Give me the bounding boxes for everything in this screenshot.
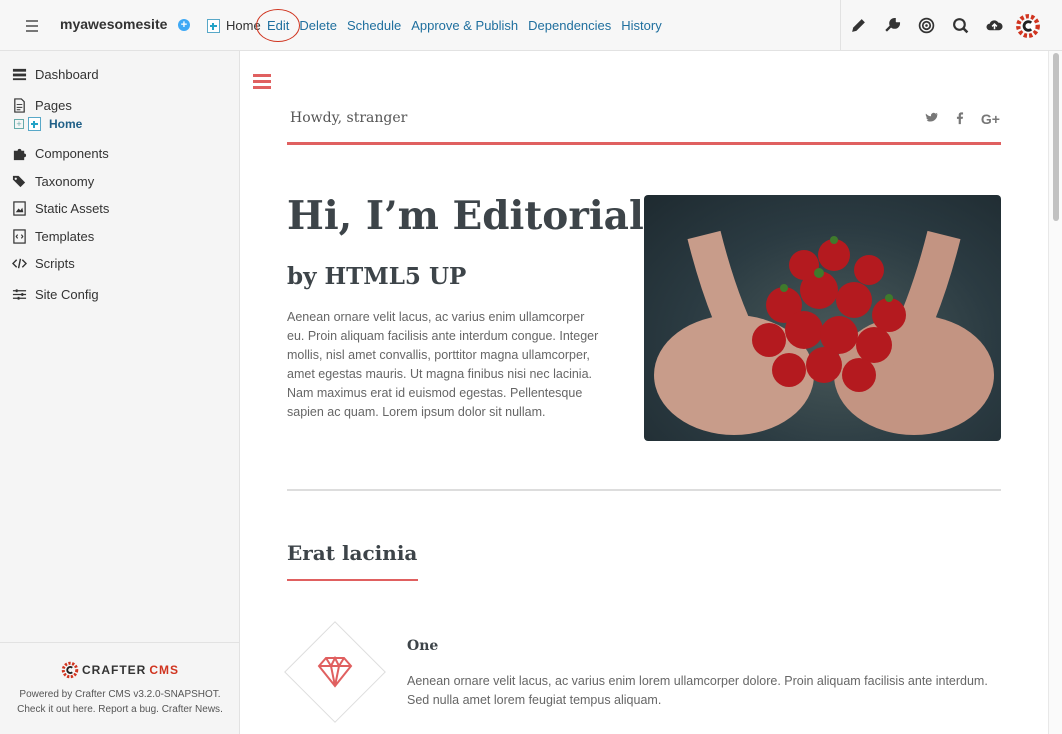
hero-title: Hi, I’m Editorial — [287, 193, 644, 239]
section-divider — [287, 489, 1001, 491]
sidebar-item-label: Dashboard — [35, 67, 99, 82]
hero-subtitle: by HTML5 UP — [287, 263, 467, 290]
powered-line: Powered by Crafter CMS v3.2.0-SNAPSHOT. — [19, 689, 221, 700]
sliders-icon — [12, 289, 27, 300]
annotation-circle — [256, 9, 300, 42]
facebook-icon[interactable] — [953, 111, 967, 125]
site-preview: Howdy, stranger G+ Hi, I’m Editorial by … — [240, 51, 1048, 734]
footer-links: Check it out here. Report a bug. Crafter… — [0, 702, 240, 717]
crafter-logo-icon[interactable] — [1011, 9, 1045, 43]
history-button[interactable]: History — [621, 18, 661, 33]
page-plus-icon — [28, 117, 41, 131]
page-plus-icon — [207, 18, 220, 33]
hero-image — [644, 195, 1001, 441]
schedule-button[interactable]: Schedule — [347, 18, 401, 33]
logo-text: CRAFTER — [82, 663, 147, 677]
link-bug[interactable]: bug — [139, 704, 156, 715]
puzzle-icon — [13, 148, 27, 161]
dependencies-button[interactable]: Dependencies — [528, 18, 611, 33]
top-toolbar: myawesomesite + Home Edit Delete Schedul… — [0, 0, 1062, 51]
pages-icon — [14, 98, 25, 113]
crafter-logo: CRAFTER CMS — [0, 661, 240, 679]
delete-button[interactable]: Delete — [299, 18, 337, 33]
sidebar-item-label: Scripts — [35, 256, 75, 271]
sidebar-item-label: Components — [35, 146, 109, 161]
expand-icon[interactable]: + — [14, 119, 24, 129]
page-actions: Edit Delete Schedule Approve & Publish D… — [256, 9, 672, 42]
code-icon — [12, 258, 27, 269]
template-icon — [13, 229, 26, 244]
sidebar-item-label: Templates — [35, 229, 95, 244]
footer-text: . Report a — [92, 704, 140, 715]
preview-scrollbar[interactable] — [1048, 51, 1062, 734]
tree-item-home[interactable]: + Home — [14, 117, 82, 131]
section-title-underline — [287, 579, 418, 581]
section-title: Erat lacinia — [287, 541, 418, 565]
social-links: G+ — [925, 111, 1000, 127]
footer-text: . — [220, 704, 223, 715]
scrollbar-thumb[interactable] — [1053, 53, 1059, 221]
crafter-gear-icon — [61, 661, 79, 679]
site-name[interactable]: myawesomesite — [60, 16, 167, 32]
site-add-icon[interactable]: + — [178, 19, 190, 31]
approve-publish-button[interactable]: Approve & Publish — [411, 18, 518, 33]
sidebar-item-dashboard[interactable]: Dashboard — [12, 67, 99, 82]
hero-text: Aenean ornare velit lacus, ac varius eni… — [287, 310, 599, 419]
sidebar-item-components[interactable]: Components — [12, 146, 109, 161]
toolbar-tools — [840, 0, 1062, 51]
powered-by-text: Powered by Crafter CMS v3.2.0-SNAPSHOT. … — [0, 687, 240, 717]
link-crafter-news[interactable]: Crafter News — [162, 704, 220, 715]
dashboard-icon — [12, 68, 27, 81]
sidebar-item-label: Site Config — [35, 287, 99, 302]
twitter-icon[interactable] — [925, 111, 939, 125]
breadcrumb[interactable]: Home — [207, 18, 261, 33]
sidebar-item-pages[interactable]: Pages — [12, 98, 72, 113]
sidebar-item-site-config[interactable]: Site Config — [12, 287, 99, 302]
greeting: Howdy, stranger — [290, 110, 408, 126]
sidebar-item-scripts[interactable]: Scripts — [12, 256, 75, 271]
sidebar-item-label: Pages — [35, 98, 72, 113]
link-here[interactable]: here — [73, 704, 93, 715]
wrench-icon[interactable] — [875, 9, 909, 43]
strawberries-hands-illustration — [654, 230, 994, 435]
cloud-upload-icon[interactable] — [977, 9, 1011, 43]
preview-menu-icon[interactable] — [253, 74, 271, 92]
tags-icon — [12, 175, 26, 188]
sidebar-item-static-assets[interactable]: Static Assets — [12, 201, 109, 216]
feature-title: One — [407, 638, 439, 654]
sidebar-item-label: Taxonomy — [35, 174, 95, 189]
edit-action-wrap: Edit — [256, 9, 300, 42]
sidebar-item-label: Static Assets — [35, 201, 110, 216]
menu-toggle-icon[interactable] — [26, 20, 38, 32]
sidebar-item-templates[interactable]: Templates — [12, 229, 94, 244]
search-icon[interactable] — [943, 9, 977, 43]
target-icon[interactable] — [909, 9, 943, 43]
feature-text: Aenean ornare velit lacus, ac varius eni… — [407, 674, 988, 707]
header-divider — [287, 142, 1001, 145]
image-icon — [13, 201, 26, 216]
sidebar-item-taxonomy[interactable]: Taxonomy — [12, 174, 94, 189]
pencil-icon[interactable] — [841, 9, 875, 43]
footer-text: Check it out — [17, 704, 73, 715]
sidebar-footer: CRAFTER CMS Powered by Crafter CMS v3.2.0… — [0, 642, 240, 734]
google-plus-icon[interactable]: G+ — [981, 111, 1000, 127]
tree-home-label[interactable]: Home — [49, 117, 82, 131]
sidebar: Dashboard Pages + Home Components Taxono… — [0, 51, 240, 734]
diamond-icon — [317, 656, 353, 688]
logo-cms: CMS — [149, 663, 179, 677]
